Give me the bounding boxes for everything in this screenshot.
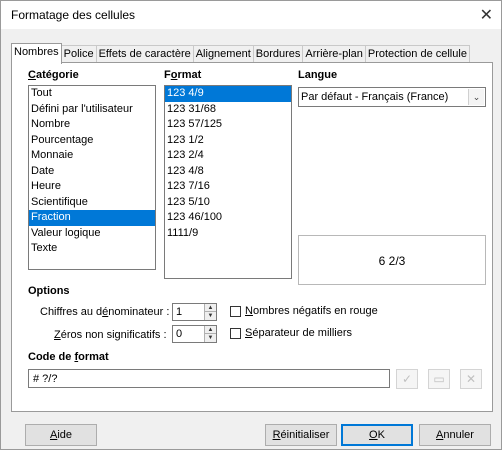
- format-code-value: # ?/?: [33, 373, 58, 385]
- stepper-up-icon[interactable]: ▲: [205, 304, 216, 312]
- denominator-value: 1: [176, 306, 183, 318]
- tab-effets-caractere[interactable]: Effets de caractère: [95, 45, 194, 63]
- language-select[interactable]: Par défaut - Français (France) ⌄: [298, 87, 486, 107]
- denominator-stepper[interactable]: 1 ▲ ▼: [172, 303, 217, 321]
- format-item[interactable]: 123 46/100: [165, 210, 291, 226]
- category-header: Catégorie: [28, 69, 79, 81]
- stepper-down-icon[interactable]: ▼: [205, 334, 216, 342]
- ok-button[interactable]: OK: [341, 424, 413, 446]
- edit-comment-button[interactable]: ▭: [428, 369, 450, 389]
- reset-button[interactable]: Réinitialiser: [265, 424, 337, 446]
- zeros-stepper[interactable]: 0 ▲ ▼: [172, 325, 217, 343]
- checkmark-icon: ✓: [401, 372, 413, 386]
- tab-nombres[interactable]: Nombres: [11, 43, 62, 64]
- category-item-scientifique[interactable]: Scientifique: [29, 195, 155, 211]
- tab-bordures[interactable]: Bordures: [252, 45, 304, 63]
- category-item-fraction[interactable]: Fraction: [29, 210, 155, 226]
- chevron-down-icon[interactable]: ⌄: [468, 89, 484, 105]
- negative-red-label: Nombres négatifs en rouge: [245, 305, 378, 317]
- category-item-pourcentage[interactable]: Pourcentage: [29, 133, 155, 149]
- stepper-up-icon[interactable]: ▲: [205, 326, 216, 334]
- format-item[interactable]: 123 1/2: [165, 133, 291, 149]
- tab-arriere-plan[interactable]: Arrière-plan: [302, 45, 366, 63]
- category-item-heure[interactable]: Heure: [29, 179, 155, 195]
- thousands-separator-checkbox[interactable]: [230, 328, 241, 339]
- format-item[interactable]: 123 4/8: [165, 164, 291, 180]
- thousands-separator-label: Séparateur de milliers: [245, 327, 352, 339]
- format-item[interactable]: 123 2/4: [165, 148, 291, 164]
- format-item[interactable]: 1111/9: [165, 226, 291, 242]
- format-item[interactable]: 123 31/68: [165, 102, 291, 118]
- format-code-header: Code de format: [28, 351, 109, 363]
- zeros-label: Zéros non significatifs :: [54, 329, 167, 341]
- category-item-nombre[interactable]: Nombre: [29, 117, 155, 133]
- format-list[interactable]: 123 4/9 123 31/68 123 57/125 123 1/2 123…: [164, 85, 292, 279]
- title-bar: Formatage des cellules ✕: [1, 1, 501, 29]
- category-list[interactable]: Tout Défini par l'utilisateur Nombre Pou…: [28, 85, 156, 270]
- delete-format-button[interactable]: ✕: [460, 369, 482, 389]
- category-item-user-defined[interactable]: Défini par l'utilisateur: [29, 102, 155, 118]
- negative-red-checkbox[interactable]: [230, 306, 241, 317]
- help-button[interactable]: Aide: [25, 424, 97, 446]
- category-item-monnaie[interactable]: Monnaie: [29, 148, 155, 164]
- denominator-label: Chiffres au dénominateur :: [40, 306, 170, 318]
- language-value: Par défaut - Français (France): [301, 91, 449, 103]
- format-preview: 6 2/3: [298, 235, 486, 285]
- cancel-button[interactable]: Annuler: [419, 424, 491, 446]
- category-item-texte[interactable]: Texte: [29, 241, 155, 257]
- format-item[interactable]: 123 57/125: [165, 117, 291, 133]
- category-item-tout[interactable]: Tout: [29, 86, 155, 102]
- tab-protection-cellule[interactable]: Protection de cellule: [364, 45, 470, 63]
- format-code-input[interactable]: # ?/?: [28, 369, 390, 388]
- format-header: Format: [164, 69, 202, 81]
- stepper-down-icon[interactable]: ▼: [205, 312, 216, 320]
- preview-text: 6 2/3: [378, 254, 406, 268]
- language-header: Langue: [298, 69, 338, 81]
- format-cells-dialog: Formatage des cellules ✕ Nombres Police …: [0, 0, 502, 450]
- category-item-date[interactable]: Date: [29, 164, 155, 180]
- window-title: Formatage des cellules: [11, 8, 136, 22]
- tab-bar: Nombres Police Effets de caractère Align…: [11, 43, 470, 64]
- format-item[interactable]: 123 7/16: [165, 179, 291, 195]
- category-item-valeur-logique[interactable]: Valeur logique: [29, 226, 155, 242]
- zeros-value: 0: [176, 328, 183, 340]
- close-icon[interactable]: ✕: [480, 5, 493, 25]
- tab-police[interactable]: Police: [60, 45, 97, 63]
- options-header: Options: [28, 285, 70, 297]
- apply-format-button[interactable]: ✓: [396, 369, 418, 389]
- comment-icon: ▭: [433, 372, 445, 386]
- delete-icon: ✕: [465, 372, 477, 386]
- tab-alignement[interactable]: Alignement: [192, 45, 254, 63]
- format-item[interactable]: 123 5/10: [165, 195, 291, 211]
- tab-panel-nombres: Catégorie Tout Défini par l'utilisateur …: [11, 62, 493, 412]
- format-item[interactable]: 123 4/9: [165, 86, 291, 102]
